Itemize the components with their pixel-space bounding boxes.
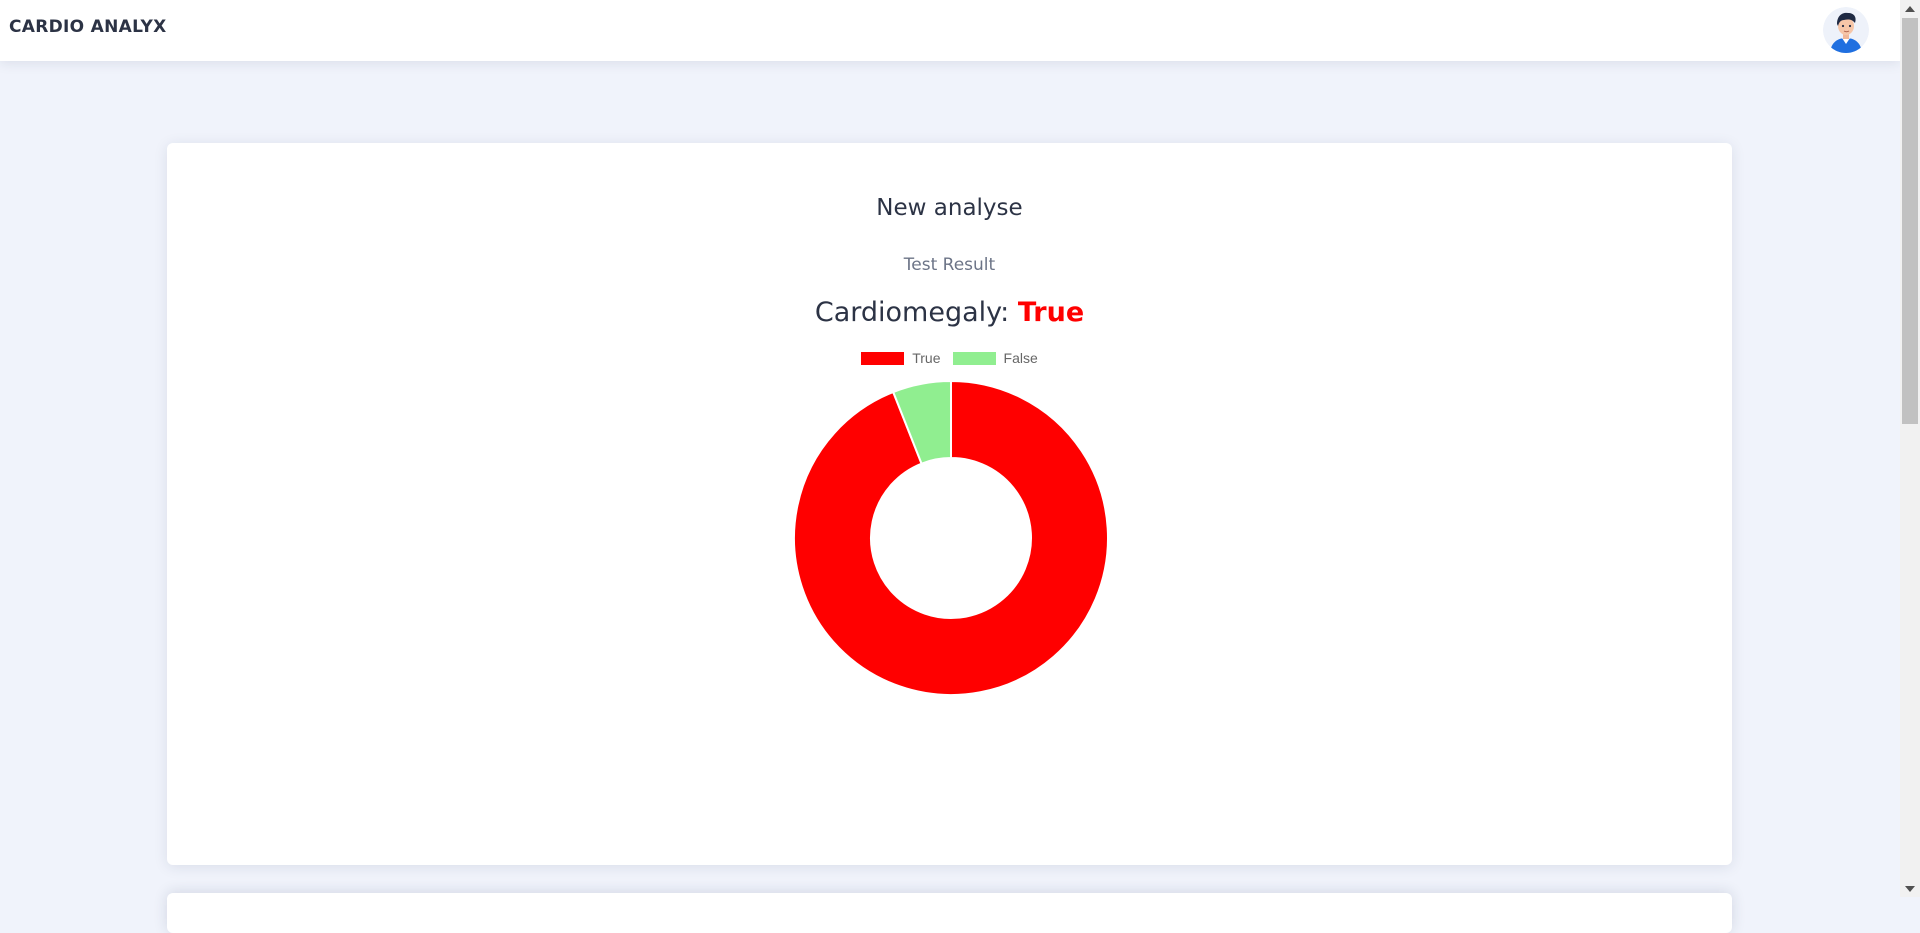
chart-legend: True False xyxy=(167,350,1732,366)
legend-label-true: True xyxy=(912,350,941,366)
app-brand[interactable]: CARDIO ANALYX xyxy=(9,17,167,37)
scroll-down-icon[interactable] xyxy=(1905,886,1915,892)
legend-label-false: False xyxy=(1003,350,1038,366)
result-label: Cardiomegaly: xyxy=(814,297,1010,328)
doughnut-chart xyxy=(793,379,1109,696)
legend-item-false[interactable]: False xyxy=(952,350,1038,366)
user-avatar-icon[interactable] xyxy=(1823,7,1869,53)
second-card xyxy=(167,893,1732,933)
scroll-thumb[interactable] xyxy=(1902,18,1918,424)
page-scrollbar[interactable] xyxy=(1900,0,1920,897)
result-line: Cardiomegaly: True xyxy=(167,297,1732,328)
result-value: True xyxy=(1017,297,1085,328)
legend-item-true[interactable]: True xyxy=(861,350,941,366)
card-title: New analyse xyxy=(876,195,1023,221)
analysis-card: New analyse Test Result Cardiomegaly: Tr… xyxy=(167,143,1732,865)
test-result-label: Test Result xyxy=(903,255,996,275)
legend-swatch-true xyxy=(861,351,905,365)
top-navbar: CARDIO ANALYX xyxy=(0,0,1900,61)
scroll-up-icon[interactable] xyxy=(1905,6,1915,12)
legend-swatch-false xyxy=(952,351,996,365)
